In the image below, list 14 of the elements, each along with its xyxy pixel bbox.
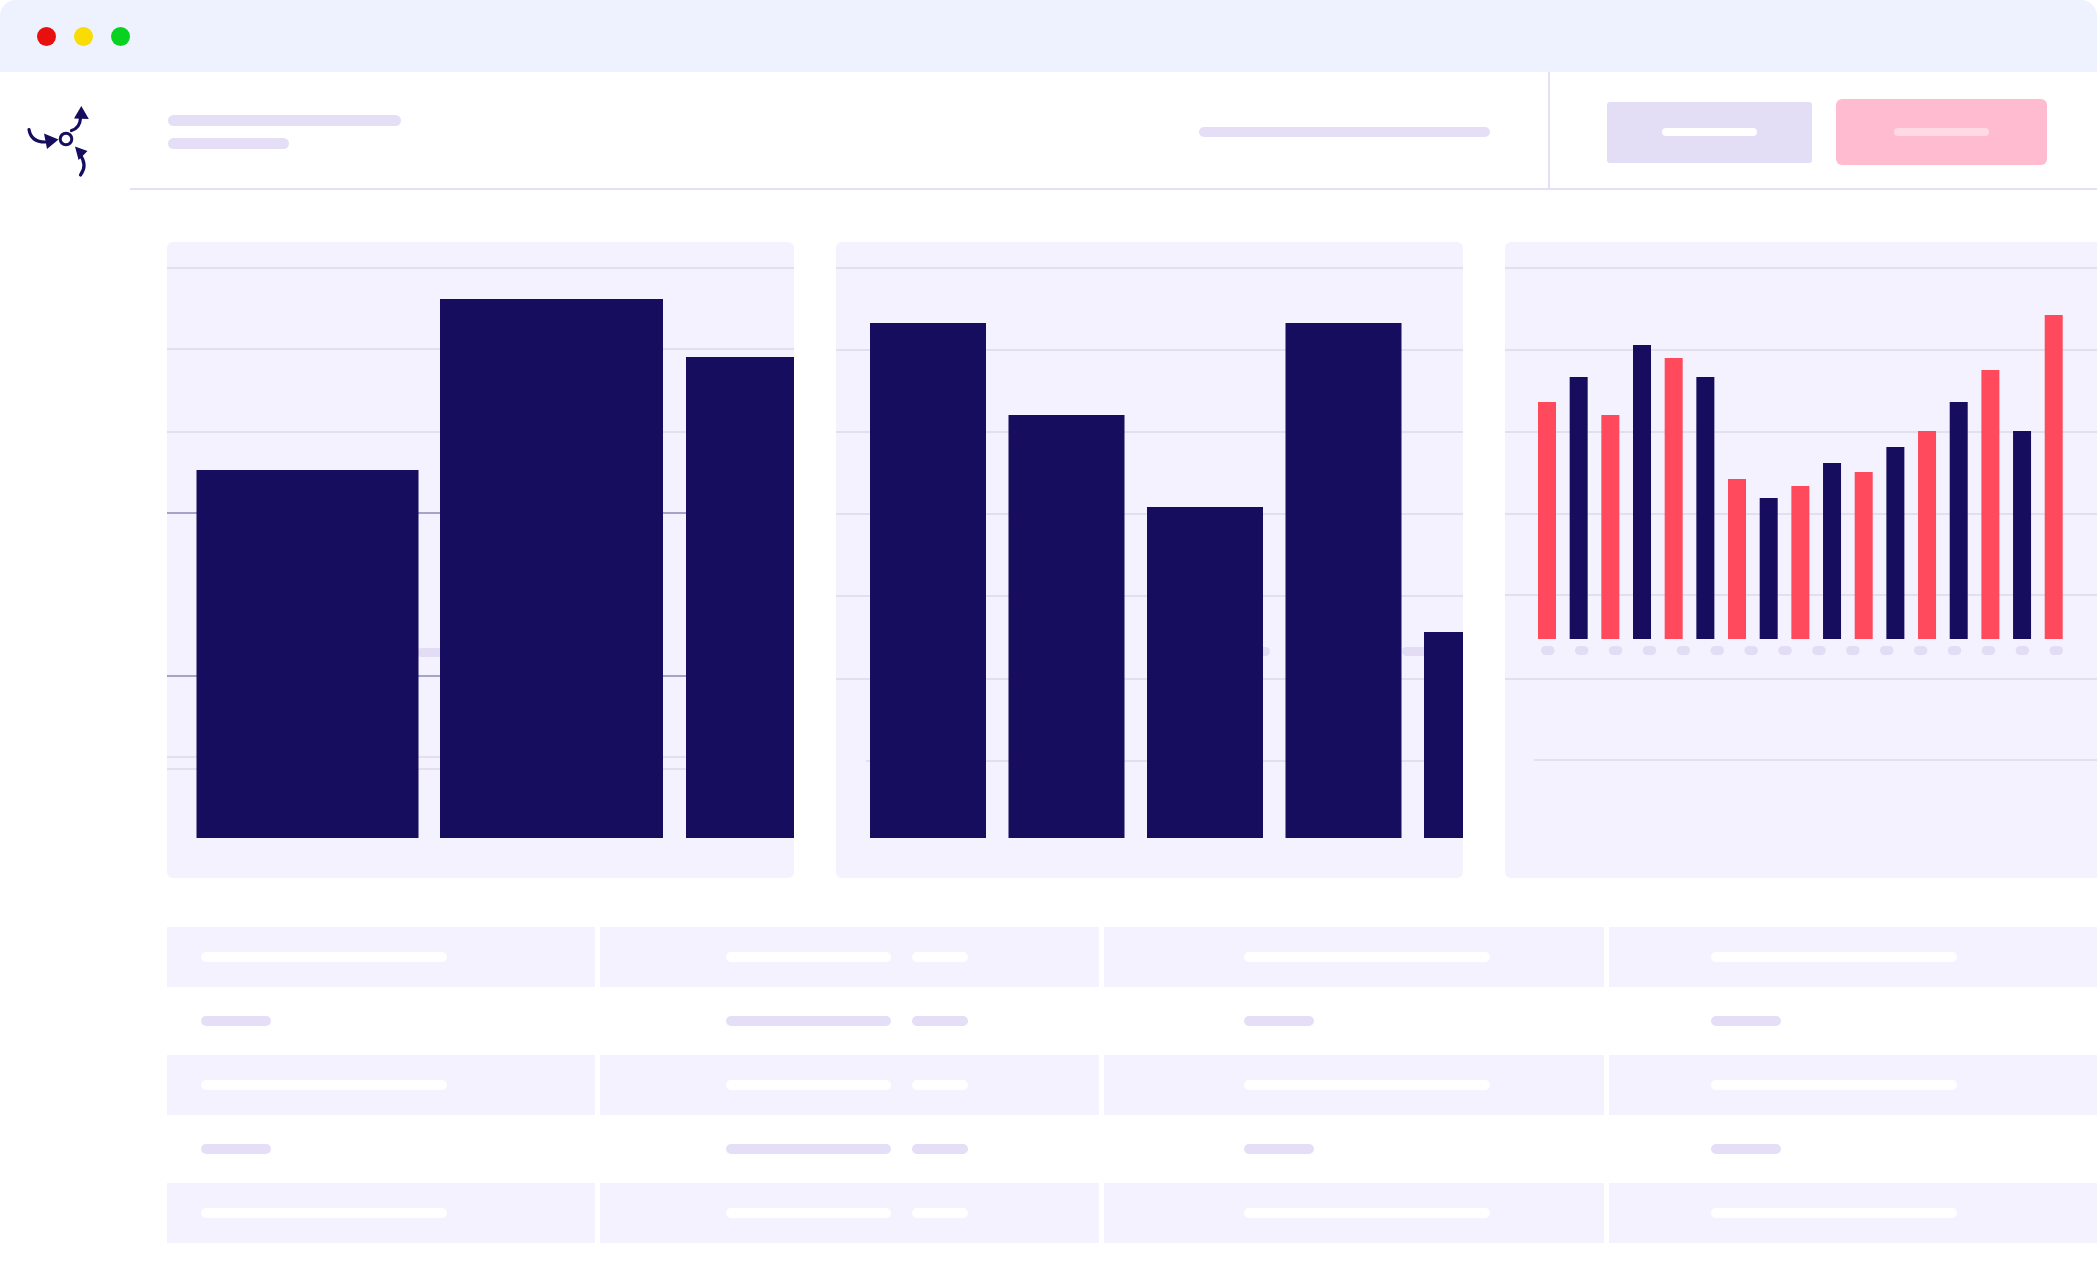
- placeholder-line: [1244, 1144, 1314, 1154]
- placeholder-line: [912, 1016, 968, 1026]
- placeholder-line: [201, 1144, 271, 1154]
- curved-arrows-icon: [26, 104, 92, 178]
- placeholder-line: [1711, 1016, 1781, 1026]
- secondary-button[interactable]: [1607, 101, 1812, 163]
- minimize-button[interactable]: [74, 26, 93, 46]
- maximize-button[interactable]: [111, 26, 130, 46]
- placeholder-line: [201, 1016, 271, 1026]
- placeholder-line: [1711, 1144, 1781, 1154]
- placeholder-line: [1244, 1016, 1314, 1026]
- close-button[interactable]: [37, 26, 56, 46]
- placeholder-line: [912, 1144, 968, 1154]
- primary-button[interactable]: [1836, 99, 2047, 165]
